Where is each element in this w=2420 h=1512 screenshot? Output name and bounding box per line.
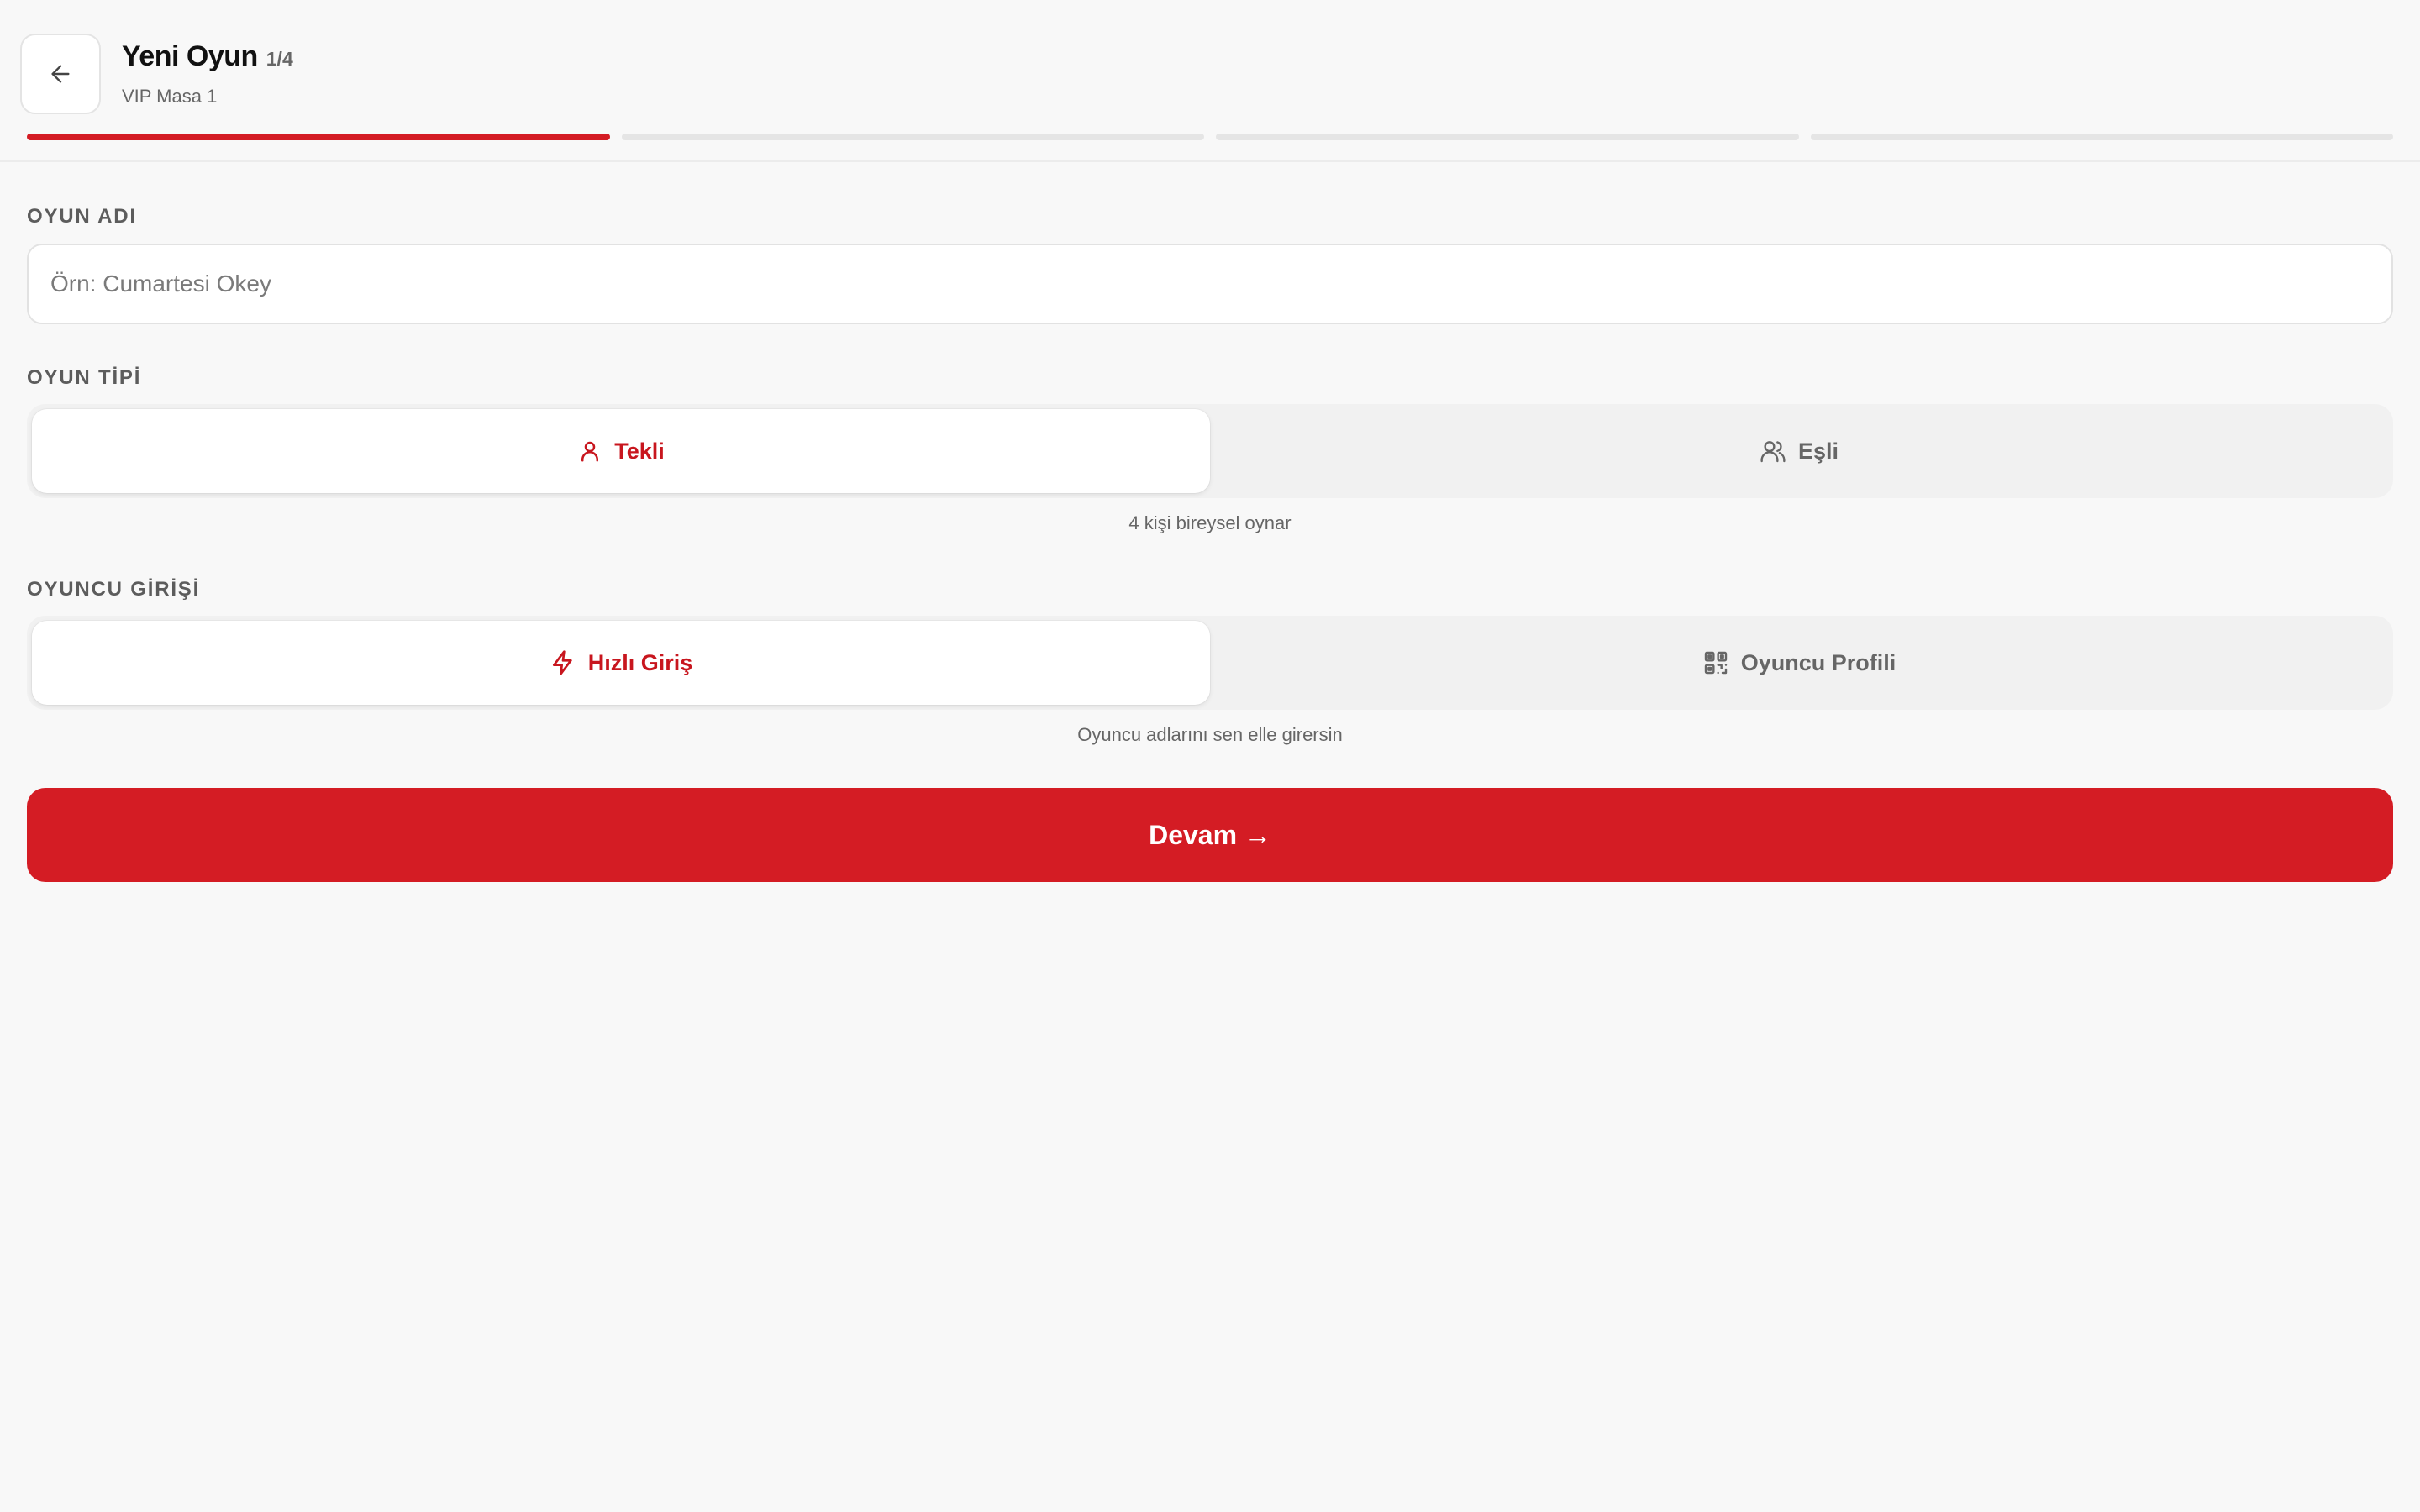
- game-type-selector: Tekli Eşli: [27, 404, 2393, 498]
- progress-segment-3: [1216, 134, 1799, 140]
- game-type-option-tekli[interactable]: Tekli: [32, 409, 1210, 493]
- player-entry-option-quick[interactable]: Hızlı Giriş: [32, 621, 1210, 705]
- game-name-label: OYUN ADI: [27, 205, 137, 228]
- table-name: VIP Masa 1: [122, 86, 218, 107]
- step-indicator: 1/4: [266, 48, 293, 70]
- player-entry-selector: Hızlı Giriş Oyuncu Profili: [27, 616, 2393, 710]
- page-header: Yeni Oyun 1/4 VIP Masa 1: [0, 0, 2420, 162]
- page-title: Yeni Oyun: [122, 40, 258, 72]
- player-entry-hint: Oyuncu adlarını sen elle girersin: [1077, 724, 1343, 745]
- continue-button-label: Devam →: [1149, 819, 1271, 850]
- progress-segment-4: [1810, 134, 2393, 140]
- users-icon: [1760, 438, 1786, 465]
- game-type-option-esli[interactable]: Eşli: [1210, 409, 2388, 493]
- title-group: Yeni Oyun 1/4: [122, 40, 293, 73]
- player-entry-option-profile[interactable]: Oyuncu Profili: [1210, 621, 2388, 705]
- progress-segment-2: [621, 134, 1204, 140]
- progress-segment-1: [27, 134, 610, 140]
- lightning-icon: [550, 649, 576, 676]
- game-type-label: OYUN TİPİ: [27, 366, 142, 389]
- player-entry-label: OYUNCU GİRİŞİ: [27, 578, 201, 601]
- game-type-option-label: Eşli: [1797, 438, 1839, 464]
- game-type-option-label: Tekli: [614, 438, 665, 464]
- continue-button[interactable]: Devam →: [27, 788, 2393, 882]
- player-entry-option-label: Oyuncu Profili: [1740, 649, 1897, 675]
- player-entry-option-label: Hızlı Giriş: [587, 649, 693, 675]
- step-progress-bar: [27, 134, 2393, 140]
- game-name-input[interactable]: [27, 244, 2393, 324]
- game-type-hint: 4 kişi bireysel oynar: [1128, 512, 1292, 533]
- arrow-left-icon: [47, 60, 74, 87]
- back-button[interactable]: [20, 34, 101, 114]
- user-icon: [577, 438, 602, 464]
- qr-code-icon: [1702, 649, 1729, 676]
